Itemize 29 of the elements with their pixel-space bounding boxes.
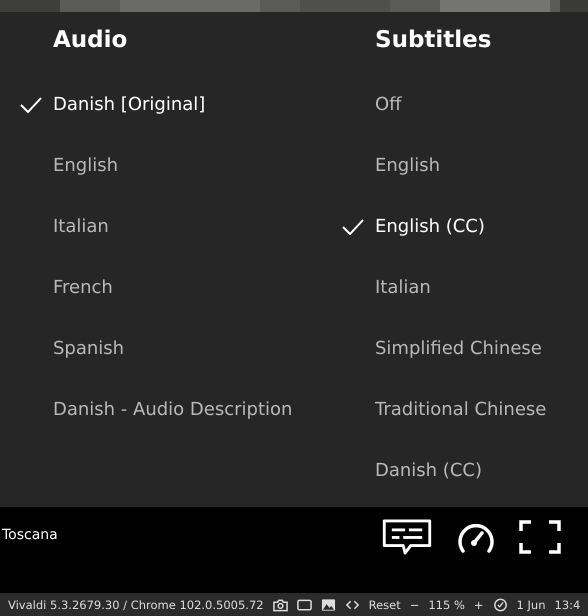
track-option[interactable]: French (53, 277, 113, 298)
track-option[interactable]: Off (375, 94, 402, 115)
zoom-in-button[interactable]: + (474, 598, 484, 612)
track-option[interactable]: Danish (CC) (375, 460, 482, 481)
track-option[interactable]: Italian (375, 277, 431, 298)
window-icon[interactable] (296, 598, 312, 612)
image-icon[interactable] (320, 598, 336, 612)
date-text: 1 Jun (516, 598, 546, 612)
track-option[interactable]: English (CC) (375, 216, 485, 237)
track-option[interactable]: Danish - Audio Description (53, 399, 292, 420)
track-option[interactable]: English (53, 155, 118, 176)
track-option[interactable]: Traditional Chinese (375, 399, 546, 420)
reset-button[interactable]: Reset (368, 598, 401, 612)
clock-icon[interactable] (492, 598, 508, 612)
fullscreen-icon[interactable] (519, 519, 561, 555)
track-option[interactable]: Danish [Original] (53, 94, 206, 115)
track-option[interactable]: English (375, 155, 440, 176)
time-text: 13:4 (554, 598, 580, 612)
column-heading: Audio (53, 26, 128, 55)
zoom-level: 115 % (428, 598, 465, 612)
subtitles-icon[interactable] (381, 519, 433, 555)
camera-icon[interactable] (272, 598, 288, 612)
version-text: Vivaldi 5.3.2679.30 / Chrome 102.0.5005.72 (8, 598, 264, 612)
zoom-out-button[interactable]: − (410, 598, 420, 612)
video-title: Toscana (2, 527, 58, 543)
track-option[interactable]: Spanish (53, 338, 124, 359)
column-heading: Subtitles (375, 26, 492, 55)
track-option[interactable]: Simplified Chinese (375, 338, 542, 359)
track-option[interactable]: Italian (53, 216, 109, 237)
